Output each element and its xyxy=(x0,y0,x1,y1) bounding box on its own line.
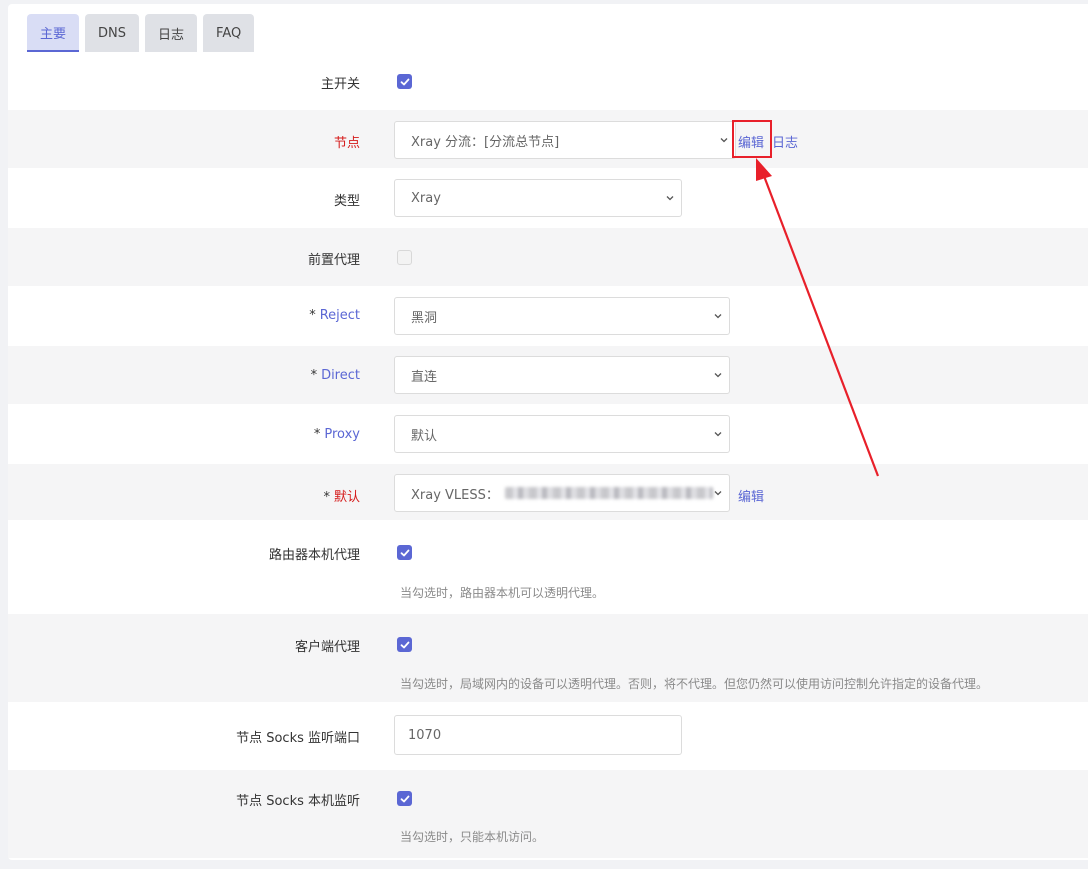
row-client-proxy: 客户端代理 当勾选时，局域网内的设备可以透明代理。否则，将不代理。但您仍然可以使… xyxy=(8,614,1088,702)
row-type: 类型 Xray xyxy=(8,168,1088,228)
client-proxy-hint: 当勾选时，局域网内的设备可以透明代理。否则，将不代理。但您仍然可以使用访问控制允… xyxy=(400,677,989,691)
chevron-down-icon xyxy=(666,196,674,201)
proxy-select[interactable]: 默认 xyxy=(394,415,730,453)
required-star: * xyxy=(313,427,321,442)
row-default: * 默认 Xray VLESS： 编辑 xyxy=(8,464,1088,520)
socks-local-label: 节点 Socks 本机监听 xyxy=(236,794,360,809)
tab-main[interactable]: 主要 xyxy=(27,14,80,52)
row-router-proxy: 路由器本机代理 当勾选时，路由器本机可以透明代理。 xyxy=(8,520,1088,614)
reject-label: * Reject xyxy=(309,308,360,323)
reject-label-text: Reject xyxy=(319,308,360,323)
required-star: * xyxy=(309,308,316,323)
row-reject: * Reject 黑洞 xyxy=(8,286,1088,346)
row-main-switch: 主开关 xyxy=(8,52,1088,110)
proxy-select-value: 默认 xyxy=(411,428,438,444)
default-select[interactable]: Xray VLESS： xyxy=(394,474,730,512)
tab-faq[interactable]: FAQ xyxy=(203,14,255,52)
tab-log[interactable]: 日志 xyxy=(145,14,198,52)
pre-proxy-label: 前置代理 xyxy=(307,253,360,268)
default-edit-link[interactable]: 编辑 xyxy=(738,486,764,505)
direct-select-value: 直连 xyxy=(411,369,438,385)
proxy-label-text: Proxy xyxy=(324,427,360,442)
chevron-down-icon xyxy=(714,432,722,437)
check-icon xyxy=(400,78,409,85)
row-pre-proxy: 前置代理 xyxy=(8,228,1088,286)
row-socks-port: 节点 Socks 监听端口 1070 xyxy=(8,702,1088,770)
socks-port-input[interactable]: 1070 xyxy=(394,715,682,755)
redacted-text xyxy=(504,487,713,499)
router-proxy-checkbox[interactable] xyxy=(397,545,412,560)
default-select-value: Xray VLESS： xyxy=(411,487,499,503)
tab-dns[interactable]: DNS xyxy=(85,14,140,52)
router-proxy-hint: 当勾选时，路由器本机可以透明代理。 xyxy=(400,586,605,600)
default-label: * 默认 xyxy=(323,486,360,505)
socks-port-label: 节点 Socks 监听端口 xyxy=(236,731,360,746)
row-socks-local: 节点 Socks 本机监听 当勾选时，只能本机访问。 xyxy=(8,770,1088,858)
chevron-down-icon xyxy=(714,314,722,319)
main-switch-label: 主开关 xyxy=(320,77,360,92)
socks-port-value: 1070 xyxy=(408,727,442,743)
socks-local-hint: 当勾选时，只能本机访问。 xyxy=(400,830,545,844)
node-label: 节点 xyxy=(333,136,360,151)
type-select[interactable]: Xray xyxy=(394,179,682,217)
default-label-text: 默认 xyxy=(333,490,360,505)
node-select[interactable]: Xray 分流：[分流总节点] xyxy=(394,121,736,159)
router-proxy-label: 路由器本机代理 xyxy=(268,548,360,563)
node-select-value: Xray 分流：[分流总节点] xyxy=(411,134,560,150)
reject-select[interactable]: 黑洞 xyxy=(394,297,730,335)
type-select-value: Xray xyxy=(411,190,441,206)
annotation-highlight-box xyxy=(732,120,772,158)
row-direct: * Direct 直连 xyxy=(8,346,1088,404)
reject-select-value: 黑洞 xyxy=(411,310,438,326)
client-proxy-checkbox[interactable] xyxy=(397,637,412,652)
check-icon xyxy=(400,641,409,648)
chevron-down-icon xyxy=(714,373,722,378)
socks-local-checkbox[interactable] xyxy=(397,791,412,806)
main-switch-checkbox[interactable] xyxy=(397,74,412,89)
pre-proxy-checkbox[interactable] xyxy=(397,250,412,265)
direct-label: * Direct xyxy=(311,368,360,383)
check-icon xyxy=(400,549,409,556)
type-label: 类型 xyxy=(333,194,360,209)
direct-label-text: Direct xyxy=(321,368,360,383)
check-icon xyxy=(400,795,409,802)
row-node: 节点 Xray 分流：[分流总节点] 编辑 日志 xyxy=(8,110,1088,168)
proxy-label: * Proxy xyxy=(314,427,360,442)
node-log-link[interactable]: 日志 xyxy=(772,132,798,151)
tab-bar: 主要 DNS 日志 FAQ xyxy=(27,14,255,52)
chevron-down-icon xyxy=(720,138,728,143)
row-proxy: * Proxy 默认 xyxy=(8,404,1088,464)
chevron-down-icon xyxy=(714,491,722,496)
required-star: * xyxy=(310,368,318,383)
client-proxy-label: 客户端代理 xyxy=(294,640,360,655)
required-star: * xyxy=(323,490,330,505)
direct-select[interactable]: 直连 xyxy=(394,356,730,394)
